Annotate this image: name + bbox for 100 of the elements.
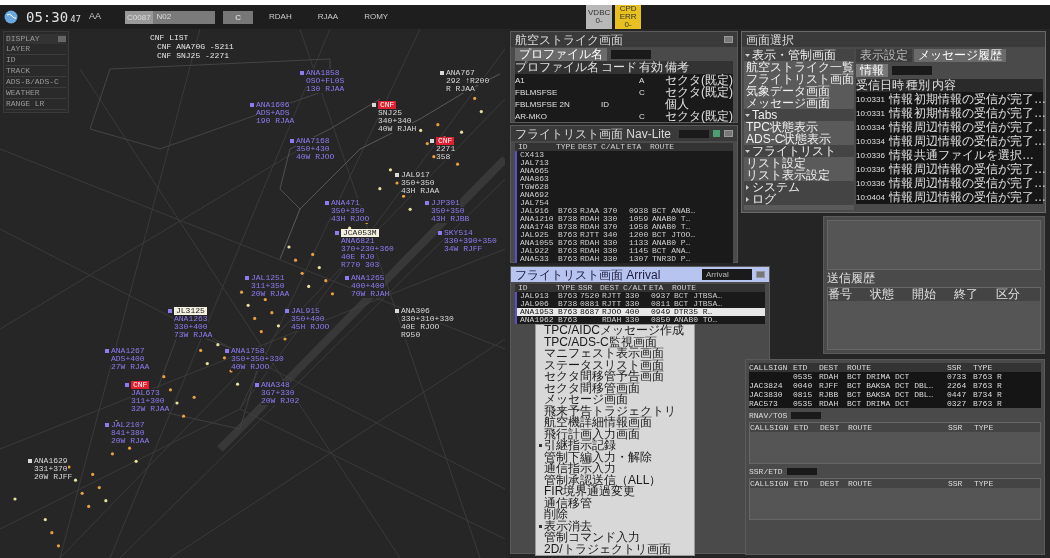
menu-item[interactable]: 管制下編入力・解除 (536, 451, 694, 463)
aircraft-target-icon[interactable] (168, 309, 172, 313)
table-row[interactable]: CX413 (515, 151, 733, 159)
aircraft-target-icon[interactable] (290, 139, 294, 143)
aircraft-target-icon[interactable] (395, 309, 399, 313)
table-row[interactable]: 10:0331 情報初期情報の受信が完了… (856, 106, 1043, 120)
aircraft-target-icon[interactable] (325, 201, 329, 205)
conflict-entry[interactable]: CNF SNJ25 -2271 (150, 51, 234, 60)
table-row[interactable]: JAL713 (515, 159, 733, 167)
table-row[interactable]: JAL754 (515, 199, 733, 207)
table-row[interactable]: 10:0336 情報周辺情報の受信が完了… (856, 162, 1043, 176)
aircraft-target-icon[interactable] (28, 459, 32, 463)
table-row[interactable]: A1 A セクタ(既定) (515, 74, 733, 86)
menu-item[interactable]: 表示消去 (536, 520, 694, 532)
input-field[interactable] (791, 412, 822, 419)
conflict-entry[interactable]: CNF ANA70G -S211 (150, 42, 234, 51)
table-row[interactable]: JAC3824 0040 RJFF BCT BAKSA DCT DBL… 2264 B763 R (749, 381, 1041, 390)
aircraft-target-icon[interactable] (245, 276, 249, 280)
table-row[interactable]: 10:0334 情報周辺情報の受信が完了… (856, 120, 1043, 134)
search-input-field[interactable] (679, 129, 709, 138)
menu-item[interactable]: セクタ間移管画面 (536, 382, 694, 394)
menu-item[interactable]: 通信移管 (536, 497, 694, 509)
table-row[interactable]: ANA1210 B738 RDAH 330 1059 ANAB0 T… (515, 215, 733, 223)
aircraft-target-icon[interactable] (255, 383, 259, 387)
tab[interactable]: メッセージ履歴 (914, 49, 1006, 62)
menu-item[interactable]: ADS-B/ADS-C (6, 77, 66, 88)
status-indicator[interactable]: VDBC 0- (586, 5, 613, 29)
tree-group[interactable]: 表示・管制画面 (744, 49, 854, 61)
menu-item[interactable]: 飛来予告トラジェクトリ (536, 405, 694, 417)
filter-input-field[interactable] (611, 49, 651, 59)
table-row[interactable]: ANA1055 B763 RDAH 330 1133 ANAB0 P… (515, 239, 733, 247)
table-row[interactable]: JAL913 B763 7520 RJTT 330 0937 BCT JTBSA… (515, 292, 765, 300)
aircraft-target-icon[interactable] (300, 71, 304, 75)
menu-item[interactable]: 通信指示入力 (536, 463, 694, 475)
tab[interactable]: 表示設定 (856, 49, 912, 62)
tree-item[interactable]: TPC状態表示 (744, 121, 854, 133)
menu-item[interactable]: FIR境界通過変更 (536, 486, 694, 498)
tree-group[interactable]: システム (744, 181, 854, 193)
tree-group[interactable]: ログ (744, 193, 854, 205)
menu-item[interactable]: ID (6, 55, 66, 66)
menu-item[interactable]: TRACK (6, 66, 66, 77)
aircraft-target-icon[interactable] (438, 231, 442, 235)
table-row[interactable]: FBLMSFSE 2N ID 個人 (515, 98, 733, 110)
filter-input-field[interactable] (892, 66, 932, 75)
table-row[interactable]: TGW628 (515, 183, 733, 191)
menu-item[interactable]: 2D/トラジェクトリ画面 (536, 543, 694, 555)
table-row[interactable]: 10:0404 情報周辺情報の受信が完了… (856, 190, 1043, 204)
aircraft-target-icon[interactable] (335, 231, 339, 235)
search-input-field[interactable]: Arrival (702, 269, 752, 280)
table-row[interactable]: ANA692 (515, 191, 733, 199)
table-row[interactable]: JAC3830 0815 RJBB BCT BAKSA DCT DBL… 0447 B734 R (749, 390, 1041, 399)
table-row[interactable]: ANA1748 B738 RDAH 370 1958 ANAB0 T… (515, 223, 733, 231)
conflict-alert[interactable]: CNF (378, 101, 397, 109)
aircraft-target-icon[interactable] (345, 276, 349, 280)
globe-icon[interactable] (4, 10, 18, 24)
conflict-alert[interactable]: CNF (436, 137, 455, 145)
aircraft-target-icon[interactable] (225, 349, 229, 353)
clear-button[interactable]: C (223, 10, 253, 24)
table-row[interactable]: AR-MKO C セクタ(既定) (515, 110, 733, 122)
tree-item[interactable]: メッセージ画面 (744, 97, 854, 109)
menu-item[interactable]: 引継指示記録 (536, 440, 694, 452)
aircraft-target-icon[interactable] (395, 173, 399, 177)
close-button[interactable] (756, 271, 765, 278)
close-button[interactable] (724, 36, 733, 43)
table-row[interactable]: 10:0336 情報周辺情報の受信が完了… (856, 176, 1043, 190)
aircraft-target-icon[interactable] (430, 139, 434, 143)
aircraft-target-icon[interactable] (285, 309, 289, 313)
tree-group[interactable]: Tabs (744, 109, 854, 121)
aircraft-target-icon[interactable] (105, 423, 109, 427)
menu-item[interactable]: 削除 (536, 509, 694, 521)
tree-group[interactable]: フライトリスト (744, 145, 854, 157)
input-field[interactable] (786, 468, 817, 475)
menu-item[interactable]: メッセージ画面 (536, 394, 694, 406)
aircraft-target-icon[interactable] (440, 71, 444, 75)
menu-item[interactable]: WEATHER (6, 88, 66, 99)
table-row[interactable]: 10:0331 情報初期情報の受信が完了… (856, 92, 1043, 106)
table-row[interactable]: 10:0336 情報共通ファイルを選択… (856, 148, 1043, 162)
aircraft-target-icon[interactable] (105, 349, 109, 353)
table-row[interactable]: ANA533 B763 RDAH 330 1307 TNR3D P… (515, 255, 733, 263)
aircraft-target-icon[interactable] (425, 201, 429, 205)
menu-item[interactable]: 管制承認送信（ALL） (536, 474, 694, 486)
table-row[interactable]: 0535 RDAH BCT DRIMA DCT 0733 B763 R (749, 372, 1041, 381)
track-tag[interactable]: JL3125 (174, 307, 207, 315)
tree-item[interactable]: ADS-C状態表示 (744, 133, 854, 145)
aircraft-target-icon[interactable] (372, 103, 376, 107)
menu-item[interactable]: ステータスリスト画面 (536, 359, 694, 371)
tree-item[interactable]: リスト表示設定 (744, 169, 854, 181)
close-button[interactable] (58, 36, 66, 42)
menu-item[interactable]: LAYER (6, 44, 66, 55)
tree-item[interactable]: フライトリスト画面 (744, 73, 854, 85)
tree-item[interactable]: 気象データ画面 (744, 85, 854, 97)
menu-item[interactable]: 飛行計画入力画面 (536, 428, 694, 440)
table-row[interactable]: JAL916 B763 RJAA 370 0938 BCT ANAB… (515, 207, 733, 215)
table-row[interactable]: 10:0334 情報周辺情報の受信が完了… (856, 134, 1043, 148)
track-tag[interactable]: JCA053M (341, 229, 379, 237)
status-indicator[interactable]: CPD ERR 0- (615, 5, 642, 29)
table-row[interactable]: FBLMSFSE C セクタ(既定) (515, 86, 733, 98)
table-row[interactable]: JAL922 B763 RDAH 330 1145 BCT ANA… (515, 247, 733, 255)
menu-item[interactable]: 航空機詳細情報画面 (536, 417, 694, 429)
aircraft-target-icon[interactable] (125, 383, 129, 387)
